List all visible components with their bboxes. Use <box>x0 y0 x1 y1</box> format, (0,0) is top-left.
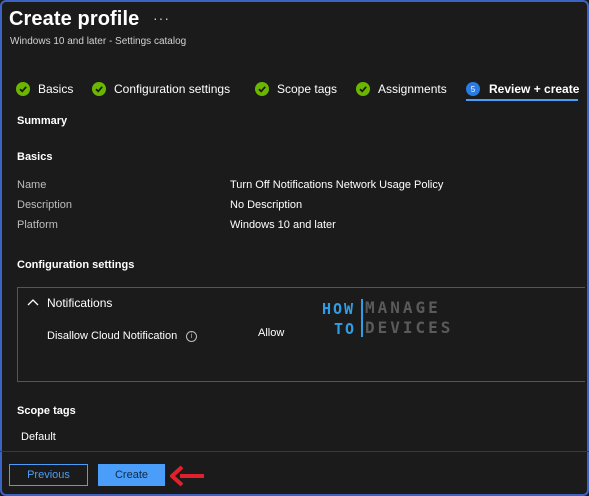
scope-tags-heading: Scope tags <box>17 405 76 417</box>
step-label: Review + create <box>489 82 580 96</box>
create-button[interactable]: Create <box>98 464 165 486</box>
checkmark-icon <box>16 82 30 96</box>
platform-label: Platform <box>17 219 58 231</box>
checkmark-icon <box>92 82 106 96</box>
chevron-up-icon[interactable] <box>27 297 39 307</box>
window-frame <box>0 0 589 496</box>
info-icon[interactable]: i <box>186 331 197 342</box>
step-label: Scope tags <box>277 82 338 96</box>
scope-tag-value: Default <box>21 431 56 443</box>
notifications-category[interactable]: Notifications <box>47 296 112 310</box>
platform-value: Windows 10 and later <box>230 219 336 231</box>
watermark-logo: HOW TO MANAGE DEVICES <box>320 296 460 340</box>
summary-heading: Summary <box>17 115 68 127</box>
configuration-settings-heading: Configuration settings <box>17 259 135 271</box>
annotation-arrow-icon <box>170 465 204 487</box>
description-label: Description <box>17 199 73 211</box>
logo-bar <box>361 299 363 337</box>
step-configuration-settings[interactable]: Configuration settings <box>92 76 230 102</box>
page-title: Create profile <box>9 8 140 30</box>
description-value: No Description <box>230 199 303 211</box>
step-number-icon: 5 <box>466 82 480 96</box>
name-value: Turn Off Notifications Network Usage Pol… <box>230 179 444 191</box>
divider <box>17 287 585 288</box>
step-basics[interactable]: Basics <box>16 76 73 102</box>
footer-divider <box>0 451 589 452</box>
logo-how: HOW <box>322 300 356 318</box>
setting-value: Allow <box>258 327 285 339</box>
step-assignments[interactable]: Assignments <box>356 76 447 102</box>
previous-button[interactable]: Previous <box>9 464 88 486</box>
step-scope-tags[interactable]: Scope tags <box>255 76 337 102</box>
name-label: Name <box>17 179 47 191</box>
logo-to: TO <box>334 320 357 338</box>
page-subtitle: Windows 10 and later - Settings catalog <box>10 36 187 47</box>
divider <box>17 287 18 381</box>
step-label: Basics <box>38 82 74 96</box>
logo-manage: MANAGE <box>365 298 441 317</box>
active-step-underline <box>466 99 578 101</box>
step-label: Configuration settings <box>114 82 231 96</box>
more-options-button[interactable]: ··· <box>153 10 170 26</box>
divider <box>17 381 585 382</box>
checkmark-icon <box>356 82 370 96</box>
checkmark-icon <box>255 82 269 96</box>
step-label: Assignments <box>378 82 447 96</box>
setting-name: Disallow Cloud Notification <box>47 330 178 342</box>
logo-devices: DEVICES <box>365 318 454 337</box>
basics-heading: Basics <box>17 151 53 163</box>
